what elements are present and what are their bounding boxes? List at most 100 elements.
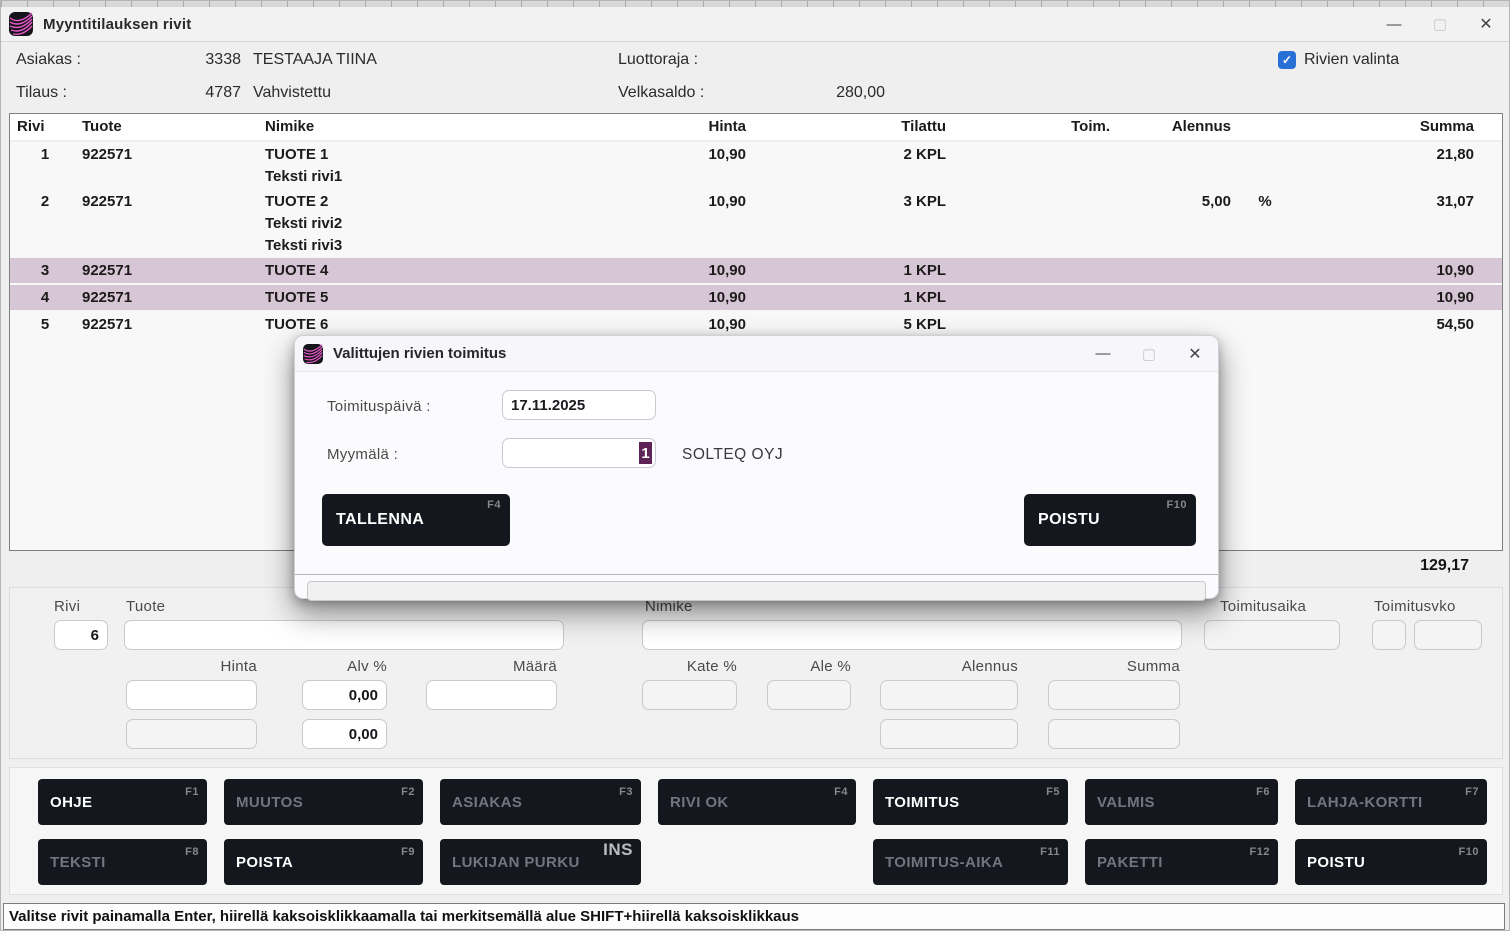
minimize-icon[interactable]: — [1371,7,1417,41]
customer-number: 3338 [181,51,241,69]
key-label: F7 [1465,783,1479,802]
order-label: Tilaus : [16,84,181,102]
debt-label: Velkasaldo : [618,84,730,102]
summa-label: Summa [1048,658,1180,675]
cell-summa: 10,90 [1295,287,1502,309]
dialog-close-icon[interactable]: ✕ [1172,336,1218,371]
cell-hinta: 10,90 [570,287,750,309]
cell-summa: 21,80 [1295,144,1502,188]
table-row[interactable]: 1922571TUOTE 1Teksti rivi110,902 KPL21,8… [10,142,1502,189]
button-label: TOIMITUS [885,794,960,811]
cell-hinta: 10,90 [570,260,750,282]
tuote-field[interactable] [124,620,564,650]
maara-field[interactable] [426,680,557,710]
close-icon[interactable]: ✕ [1463,7,1509,41]
window-title: Myyntitilauksen rivit [43,16,191,33]
order-header: Asiakas : 3338 TESTAAJA TIINA Tilaus : 4… [1,41,1509,113]
alennus-field-2[interactable] [880,719,1018,749]
store-name: SOLTEQ OYJ [682,446,783,464]
key-label: F12 [1250,843,1270,862]
key-label: F4 [834,783,848,802]
status-text: Valitse rivit painamalla Enter, hiirellä… [9,908,799,925]
table-header-row: RiviTuoteNimikeHintaTilattuToim.AlennusS… [10,114,1502,140]
ale-label: Ale % [767,658,851,675]
tallenna-button[interactable]: TALLENNA F4 [322,494,510,546]
cell-nimike: TUOTE 2Teksti rivi2Teksti rivi3 [265,191,570,257]
button-label: TEKSTI [50,854,106,871]
column-header-tilattu: Tilattu [750,116,950,138]
alv-field[interactable] [302,680,387,710]
key-label: F9 [401,843,415,862]
lukijan-purku-button[interactable]: LUKIJAN PURKU INS [440,839,641,885]
toimitusvko-field-1[interactable] [1372,620,1406,650]
dialog-maximize-icon[interactable]: ▢ [1126,336,1172,371]
key-label: F11 [1040,843,1060,862]
toimitus-button[interactable]: TOIMITUSF5 [873,779,1068,825]
table-row[interactable]: 5922571TUOTE 610,905 KPL54,50 [10,312,1502,337]
lahja-kortti-button[interactable]: LAHJA-KORTTIF7 [1295,779,1487,825]
main-window: Myyntitilauksen rivit — ▢ ✕ Asiakas : 33… [0,0,1510,931]
column-header-toim: Toim. [950,116,1120,138]
row-select-group: ✓ Rivien valinta [1278,51,1399,69]
maximize-icon[interactable]: ▢ [1417,7,1463,41]
teksti-button[interactable]: TEKSTI F8 [38,839,207,885]
toimitusaika-field[interactable] [1204,620,1340,650]
rivi-field[interactable] [54,620,108,650]
column-header-summa: Summa [1295,116,1502,138]
dialog-poistu-button[interactable]: POISTU F10 [1024,494,1196,546]
poista-button[interactable]: POISTAF9 [224,839,423,885]
store-label: Myymälä : [327,446,398,463]
dialog-minimize-icon[interactable]: — [1080,336,1126,371]
toimitusvko-field-2[interactable] [1414,620,1482,650]
dialog-status-field [307,581,1206,601]
delivery-dialog: Valittujen rivien toimitus — ▢ ✕ Toimitu… [294,335,1219,599]
row-select-checkbox[interactable]: ✓ [1278,51,1296,69]
column-header-tuote: Tuote [80,116,265,138]
hinta-field[interactable] [126,680,257,710]
column-header-rivi: Rivi [10,116,80,138]
dialog-poistu-key-label: F10 [1167,499,1187,511]
cell-rivi: 4 [10,287,80,309]
cell-tuote: 922571 [80,191,265,257]
hinta-field-2[interactable] [126,719,257,749]
nimike-field[interactable] [642,620,1182,650]
row-select-label: Rivien valinta [1304,51,1399,69]
poistu-button[interactable]: POISTUF10 [1295,839,1487,885]
alv-field-2[interactable] [302,719,387,749]
delivery-date-field[interactable] [502,390,656,420]
key-label: F3 [619,783,633,802]
key-label: F8 [185,843,199,862]
asiakas-button[interactable]: ASIAKASF3 [440,779,641,825]
cell-summa: 31,07 [1295,191,1502,257]
store-field[interactable] [502,438,656,468]
table-row[interactable]: 3922571TUOTE 410,901 KPL10,90 [10,258,1502,283]
summa-field[interactable] [1048,680,1180,710]
debt-value: 280,00 [730,84,885,102]
cell-toim [950,144,1120,188]
key-label: INS [603,840,633,859]
maara-label: Määrä [426,658,557,675]
summa-field-2[interactable] [1048,719,1180,749]
toimitus-aika-button[interactable]: TOIMITUS-AIKAF11 [873,839,1068,885]
table-row[interactable]: 4922571TUOTE 510,901 KPL10,90 [10,285,1502,310]
rivi-ok-button[interactable]: RIVI OKF4 [658,779,856,825]
table-row[interactable]: 2922571TUOTE 2Teksti rivi2Teksti rivi310… [10,189,1502,258]
paketti-button[interactable]: PAKETTIF12 [1085,839,1278,885]
kate-label: Kate % [642,658,737,675]
toimitusvko-label: Toimitusvko [1374,598,1456,615]
cell-tilattu: 1 KPL [750,260,950,282]
ale-field[interactable] [767,680,851,710]
button-label: LUKIJAN PURKU [452,854,580,871]
alennus-field[interactable] [880,680,1018,710]
cell-rivi: 2 [10,191,80,257]
muutos-button[interactable]: MUUTOSF2 [224,779,423,825]
valmis-button[interactable]: VALMISF6 [1085,779,1278,825]
tuote-label: Tuote [126,598,165,615]
status-bar: Valitse rivit painamalla Enter, hiirellä… [3,903,1505,930]
order-status: Vahvistettu [253,84,331,102]
ohje-button[interactable]: OHJEF1 [38,779,207,825]
order-number: 4787 [181,84,241,102]
kate-field[interactable] [642,680,737,710]
cell-alennus [1120,260,1235,282]
customer-label: Asiakas : [16,51,181,69]
